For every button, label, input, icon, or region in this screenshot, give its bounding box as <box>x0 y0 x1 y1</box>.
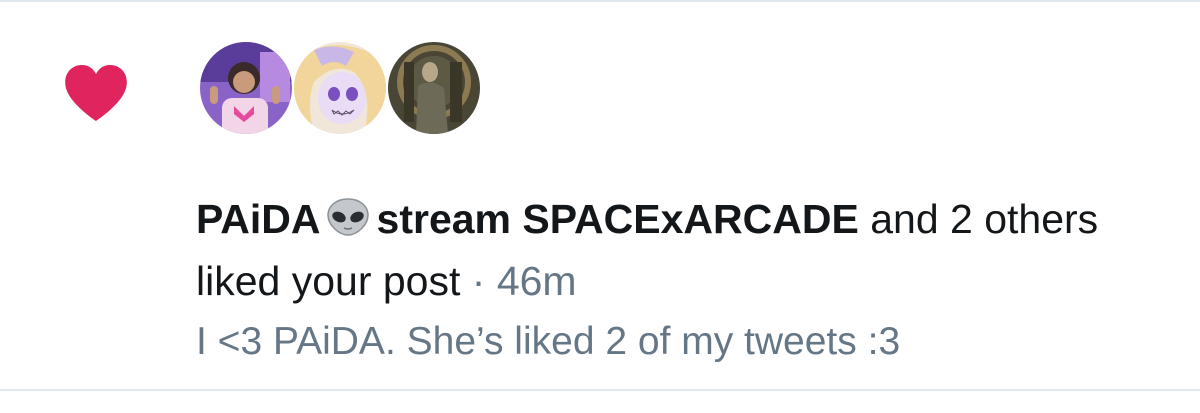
heart-shape <box>65 65 127 121</box>
avatar-painting-figure-icon <box>388 42 480 134</box>
like-notification[interactable]: PAiDA stream SPACExARCADE and 2 others l… <box>0 0 1200 413</box>
separator-dot: · <box>471 258 486 304</box>
heart-icon <box>65 65 127 121</box>
user-name-paida[interactable]: PAiDA <box>196 196 321 242</box>
divider <box>0 0 1200 2</box>
user-name-spacexarcade[interactable]: stream SPACExARCADE <box>377 196 859 242</box>
avatar-spacexarcade[interactable] <box>294 42 386 134</box>
post-preview[interactable]: I <3 PAiDA. She’s liked 2 of my tweets :… <box>196 314 900 370</box>
avatar-paida[interactable] <box>200 42 292 134</box>
avatar-third-user[interactable] <box>388 42 480 134</box>
timestamp: 46m <box>496 258 577 304</box>
alien-icon <box>326 198 369 236</box>
notification-text: PAiDA stream SPACExARCADE and 2 others l… <box>196 188 1136 312</box>
avatar-photo-person-icon <box>200 42 292 134</box>
divider <box>0 389 1200 391</box>
avatar-anime-character-icon <box>294 42 386 134</box>
